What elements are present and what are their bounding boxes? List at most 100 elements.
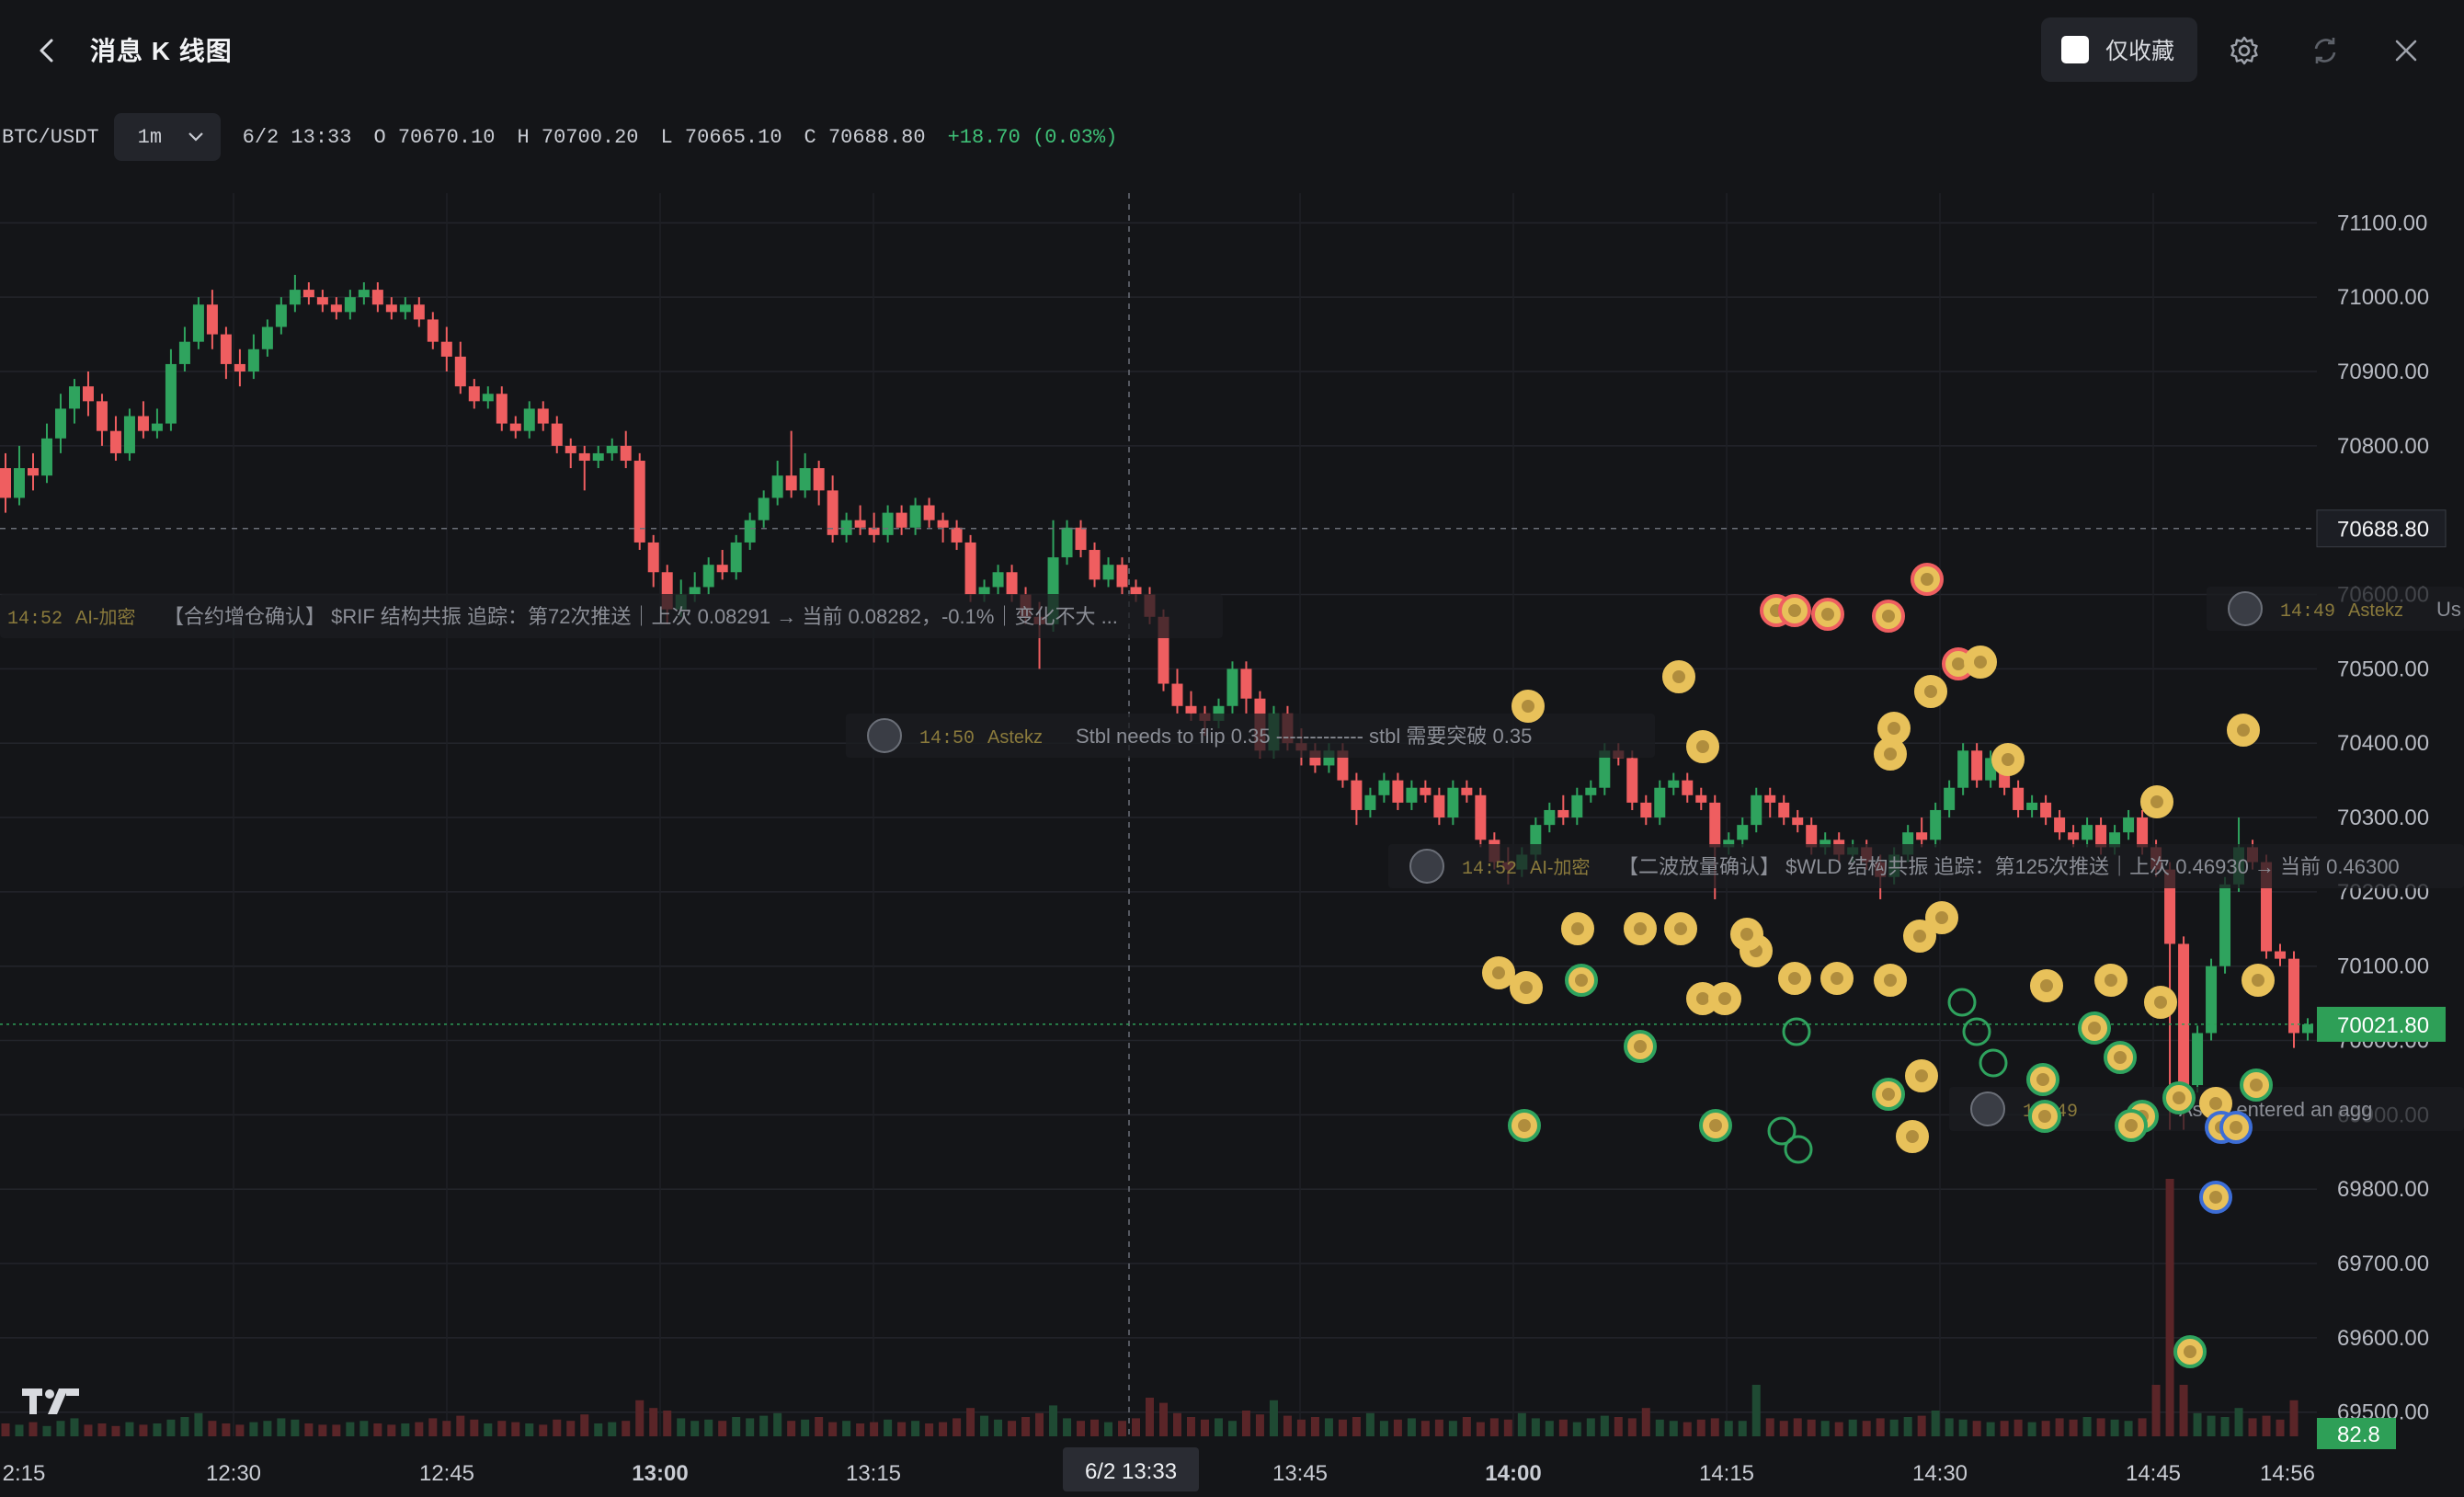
volume-bar (856, 1423, 865, 1436)
volume-bar (1118, 1421, 1127, 1436)
volume-bar (125, 1422, 134, 1436)
candle-body (468, 386, 480, 402)
candle-body (234, 363, 245, 372)
volume-bar (56, 1421, 65, 1436)
candle-body (1806, 825, 1818, 848)
volume-bar (553, 1419, 562, 1436)
favorites-only-label: 仅收藏 (2105, 39, 2175, 64)
volume-bar (1021, 1417, 1031, 1436)
candle-body (427, 319, 439, 342)
volume-bar (1917, 1415, 1926, 1436)
candle-body (137, 416, 149, 431)
volume-bar (1489, 1418, 1499, 1436)
price-axis-label: 69600.00 (2337, 1326, 2429, 1351)
volume-bar (235, 1424, 245, 1436)
volume-bar (2069, 1419, 2078, 1436)
interval-value: 1m (137, 125, 163, 149)
candle-body (951, 527, 963, 543)
interval-select[interactable]: 1m (113, 113, 221, 161)
candle-body (1171, 683, 1183, 706)
news-marker-face-icon (1575, 974, 1588, 987)
favorites-only-toggle[interactable]: 仅收藏 (2041, 17, 2197, 82)
candle-body (289, 290, 301, 305)
volume-bar (897, 1422, 907, 1436)
news-marker-face-icon (1924, 685, 1937, 698)
volume-bar (208, 1421, 217, 1436)
volume-bar (911, 1421, 920, 1436)
candle-body (895, 512, 907, 528)
news-banner-text: 【二波放量确认】 $WLD 结构共振 追踪：第125次推送｜上次 0.46930… (1618, 855, 2400, 878)
news-marker-icon (1947, 988, 1977, 1017)
volume-bar (1407, 1418, 1416, 1436)
candle-body (302, 290, 314, 298)
candlestick-chart[interactable]: 71100.0071000.0070900.0070800.0070600.00… (0, 193, 2464, 1497)
candle-body (413, 304, 425, 320)
volume-bar (1255, 1414, 1264, 1436)
volume-bar (97, 1423, 107, 1436)
volume-bar (1090, 1419, 1100, 1436)
news-marker-face-icon (2173, 1091, 2185, 1104)
news-marker-face-icon (1634, 922, 1647, 935)
volume-bar (1807, 1419, 1816, 1436)
time-axis-label: 13:15 (846, 1461, 901, 1486)
close-button[interactable] (2383, 28, 2429, 74)
candle-body (2275, 951, 2287, 959)
volume-bar (870, 1422, 879, 1436)
volume-bar (2041, 1421, 2050, 1436)
volume-bar (1862, 1421, 1871, 1436)
time-axis-label: 13:45 (1272, 1461, 1328, 1486)
volume-bar (70, 1418, 79, 1436)
candle-body (2068, 832, 2080, 840)
news-marker-face-icon (2088, 1022, 2101, 1034)
volume-bar (470, 1419, 479, 1436)
volume-bar (1158, 1402, 1168, 1436)
volume-bar (29, 1422, 38, 1436)
volume-bar (1269, 1400, 1278, 1436)
volume-bar (2234, 1408, 2243, 1436)
candle-body (799, 468, 811, 491)
favorites-only-checkbox[interactable] (2061, 36, 2089, 63)
candle-body (854, 520, 866, 528)
news-banner-source: AI-加密 (1530, 857, 1591, 878)
candle-body (1571, 794, 1583, 818)
candle-body (551, 423, 563, 446)
volume-bar (2110, 1419, 2119, 1436)
volume-bar (263, 1421, 272, 1436)
candle-body (785, 475, 797, 491)
volume-bar (1848, 1419, 1857, 1436)
volume-bar (2220, 1417, 2230, 1436)
candle-body (1447, 787, 1459, 818)
candle-body (54, 408, 66, 439)
candle-body (1461, 787, 1473, 795)
candle-body (992, 572, 1004, 588)
candle-body (1089, 550, 1101, 580)
candle-body (1640, 802, 1652, 818)
volume-bar (415, 1422, 424, 1436)
news-marker-face-icon (1788, 604, 1801, 617)
news-marker-face-icon (2250, 1079, 2263, 1091)
volume-bar (2055, 1418, 2064, 1436)
candle-body (440, 341, 452, 357)
volume-bar (2096, 1418, 2105, 1436)
volume-bar (153, 1423, 162, 1436)
candle-body (1378, 780, 1390, 795)
candle-body (2123, 817, 2135, 833)
volume-bar (484, 1423, 493, 1436)
candle-body (1751, 794, 1762, 826)
settings-button[interactable] (2221, 28, 2267, 74)
volume-bar (649, 1408, 658, 1436)
back-button[interactable] (26, 29, 68, 72)
volume-bar (1462, 1417, 1471, 1436)
candle-body (1709, 802, 1721, 848)
volume-bar (1945, 1418, 1954, 1436)
news-marker-face-icon (2209, 1097, 2222, 1110)
ohlc-legend: BTC/USDT 1m 6/2 13:33 O 70670.10 H 70700… (0, 113, 1117, 161)
candle-body (27, 468, 39, 476)
candle-body (1406, 787, 1418, 803)
candle-body (220, 334, 232, 364)
volume-bar (1627, 1418, 1637, 1436)
refresh-button[interactable] (2302, 28, 2348, 74)
news-marker-face-icon (1921, 573, 1934, 586)
candle-body (1695, 794, 1707, 803)
volume-bar (1324, 1418, 1333, 1436)
